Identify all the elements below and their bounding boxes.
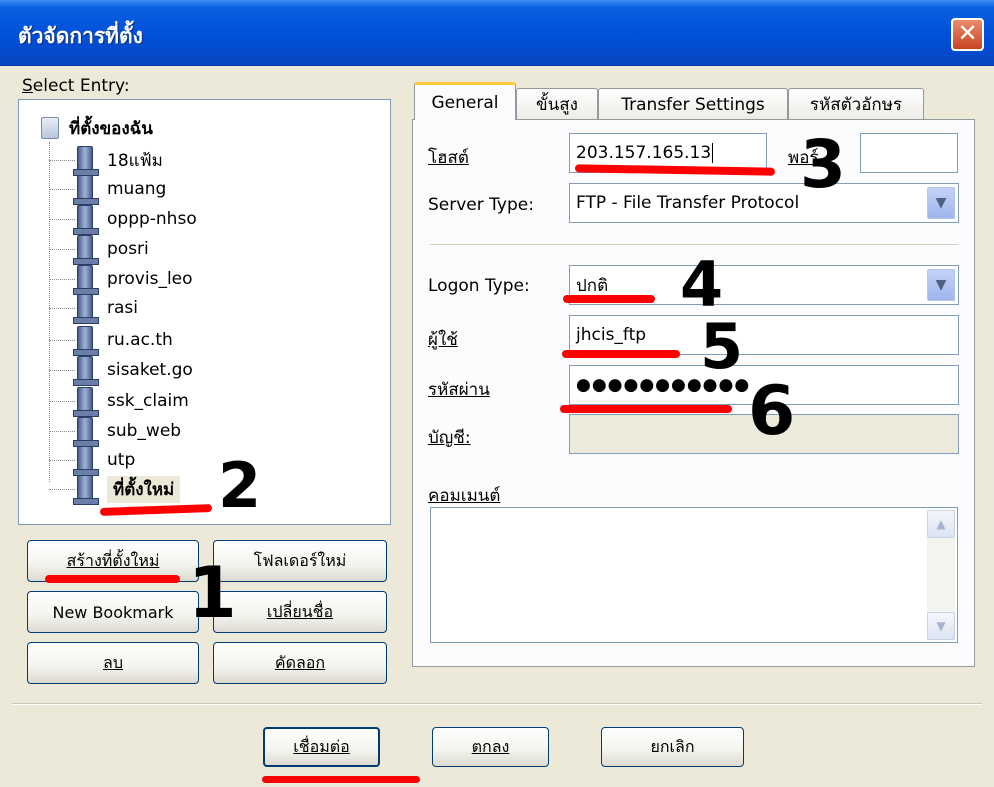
server-icon: [73, 326, 99, 356]
tree-item[interactable]: posri: [49, 234, 149, 265]
password-label: รหัสผ่าน: [428, 380, 490, 400]
tree-item[interactable]: muang: [49, 174, 166, 205]
copy-button[interactable]: คัดลอก: [213, 642, 387, 684]
tree-item[interactable]: sub_web: [49, 416, 181, 447]
tab-advanced[interactable]: ขั้นสูง: [516, 88, 598, 120]
new-bookmark-button[interactable]: New Bookmark: [27, 591, 199, 633]
port-input[interactable]: [860, 133, 958, 173]
server-icon: [73, 356, 99, 386]
tree-item[interactable]: 18แฟ้ม: [49, 145, 163, 176]
title-bar: ตัวจัดการที่ตั้ง ✕: [0, 0, 994, 66]
tree-item-selected[interactable]: ที่ตั้งใหม่: [49, 474, 181, 505]
tree-item[interactable]: sisaket.go: [49, 355, 193, 386]
annotation-underline: [563, 295, 655, 303]
server-icon: [73, 387, 99, 417]
server-icon: [73, 146, 99, 176]
comments-label: คอมเมนต์: [428, 486, 501, 506]
host-label: โฮสต์: [428, 148, 469, 168]
scroll-down-icon[interactable]: ▼: [927, 612, 955, 640]
window-title: ตัวจัดการที่ตั้ง: [18, 24, 143, 48]
bottom-divider: [12, 703, 982, 705]
server-icon: [73, 294, 99, 324]
server-icon: [73, 417, 99, 447]
server-icon: [73, 205, 99, 235]
comments-scrollbar[interactable]: ▲ ▼: [927, 510, 955, 640]
annotation-underline: [562, 350, 680, 358]
server-icon: [73, 175, 99, 205]
close-icon[interactable]: ✕: [951, 18, 984, 51]
annotation-underline: [262, 776, 420, 783]
tab-charset[interactable]: รหัสตัวอักษร: [788, 88, 924, 120]
server-icon: [73, 235, 99, 265]
annotation-number: 1: [188, 552, 237, 634]
select-entry-label: Select Entry:: [22, 76, 130, 96]
tree-item[interactable]: ssk_claim: [49, 386, 189, 417]
divider: [430, 244, 958, 246]
chevron-down-icon[interactable]: ▼: [927, 269, 955, 301]
server-icon: [73, 265, 99, 295]
tree-item[interactable]: ru.ac.th: [49, 325, 173, 356]
annotation-number: 5: [700, 310, 744, 383]
account-label: บัญชี:: [428, 428, 471, 448]
comments-textarea[interactable]: ▲ ▼: [430, 507, 958, 643]
rename-button[interactable]: เปลี่ยนชื่อ: [213, 591, 387, 633]
tree-item[interactable]: utp: [49, 445, 135, 476]
annotation-number: 2: [218, 449, 262, 522]
annotation-number: 6: [748, 372, 796, 451]
chevron-down-icon[interactable]: ▼: [927, 187, 955, 219]
tab-transfer-settings[interactable]: Transfer Settings: [598, 88, 788, 120]
site-tree[interactable]: ที่ตั้งของฉัน 18แฟ้ม muang oppp-nhso pos…: [18, 99, 391, 525]
logon-type-label: Logon Type:: [428, 276, 530, 296]
annotation-number: 3: [800, 126, 846, 203]
tree-root[interactable]: ที่ตั้งของฉัน: [41, 114, 153, 142]
annotation-number: 4: [680, 248, 724, 321]
tree-item[interactable]: oppp-nhso: [49, 204, 197, 235]
tree-root-label: ที่ตั้งของฉัน: [69, 118, 153, 139]
new-folder-button[interactable]: โฟลเดอร์ใหม่: [213, 540, 387, 582]
server-type-select[interactable]: FTP - File Transfer Protocol ▼: [569, 183, 959, 223]
delete-button[interactable]: ลบ: [27, 642, 199, 684]
user-input[interactable]: jhcis_ftp: [569, 315, 959, 355]
server-icon: [73, 446, 99, 476]
tree-item[interactable]: provis_leo: [49, 264, 193, 295]
cancel-button[interactable]: ยกเลิก: [601, 727, 744, 767]
tree-item[interactable]: rasi: [49, 293, 138, 324]
folder-icon: [41, 117, 59, 139]
user-label: ผู้ใช้: [428, 330, 458, 350]
server-type-label: Server Type:: [428, 195, 534, 215]
connect-button[interactable]: เชื่อมต่อ: [263, 727, 380, 767]
tab-general[interactable]: General: [414, 82, 516, 120]
ok-button[interactable]: ตกลง: [432, 727, 549, 767]
annotation-underline: [560, 405, 732, 413]
server-icon: [73, 475, 99, 505]
scroll-up-icon[interactable]: ▲: [927, 510, 955, 538]
annotation-underline: [45, 575, 180, 583]
